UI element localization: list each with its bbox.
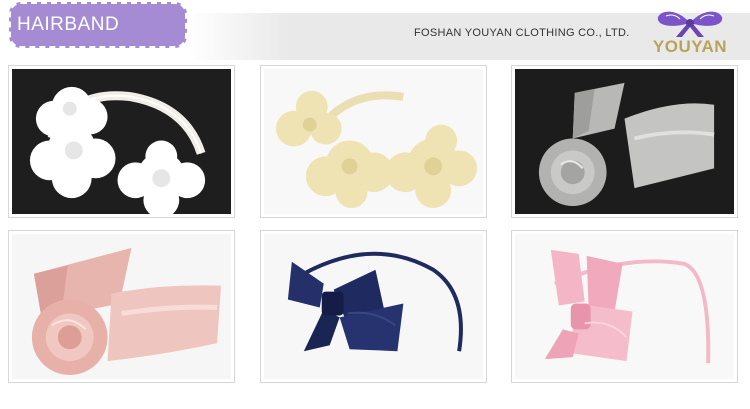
bow-logo-icon: [657, 11, 723, 37]
product-photo: [12, 234, 231, 379]
product-card-silver-rose[interactable]: [511, 65, 738, 218]
product-photo: [264, 69, 483, 214]
company-name: FOSHAN YOUYAN CLOTHING CO., LTD.: [414, 27, 630, 39]
logo-text: YOUYAN: [652, 37, 728, 56]
product-card-pink-bow[interactable]: [511, 230, 738, 383]
product-photo: [515, 234, 734, 379]
product-photo: [264, 234, 483, 379]
product-photo: [12, 69, 231, 214]
product-card-cream-flower[interactable]: [260, 65, 487, 218]
product-photo: [515, 69, 734, 214]
category-title: HAIRBAND: [17, 14, 120, 35]
product-card-white-flower[interactable]: [8, 65, 235, 218]
category-tag: HAIRBAND: [9, 2, 187, 48]
product-card-navy-bow[interactable]: [260, 230, 487, 383]
product-card-pink-rose[interactable]: [8, 230, 235, 383]
brand-logo: YOUYAN: [640, 7, 740, 61]
header: HAIRBAND FOSHAN YOUYAN CLOTHING CO., LTD…: [0, 0, 750, 60]
